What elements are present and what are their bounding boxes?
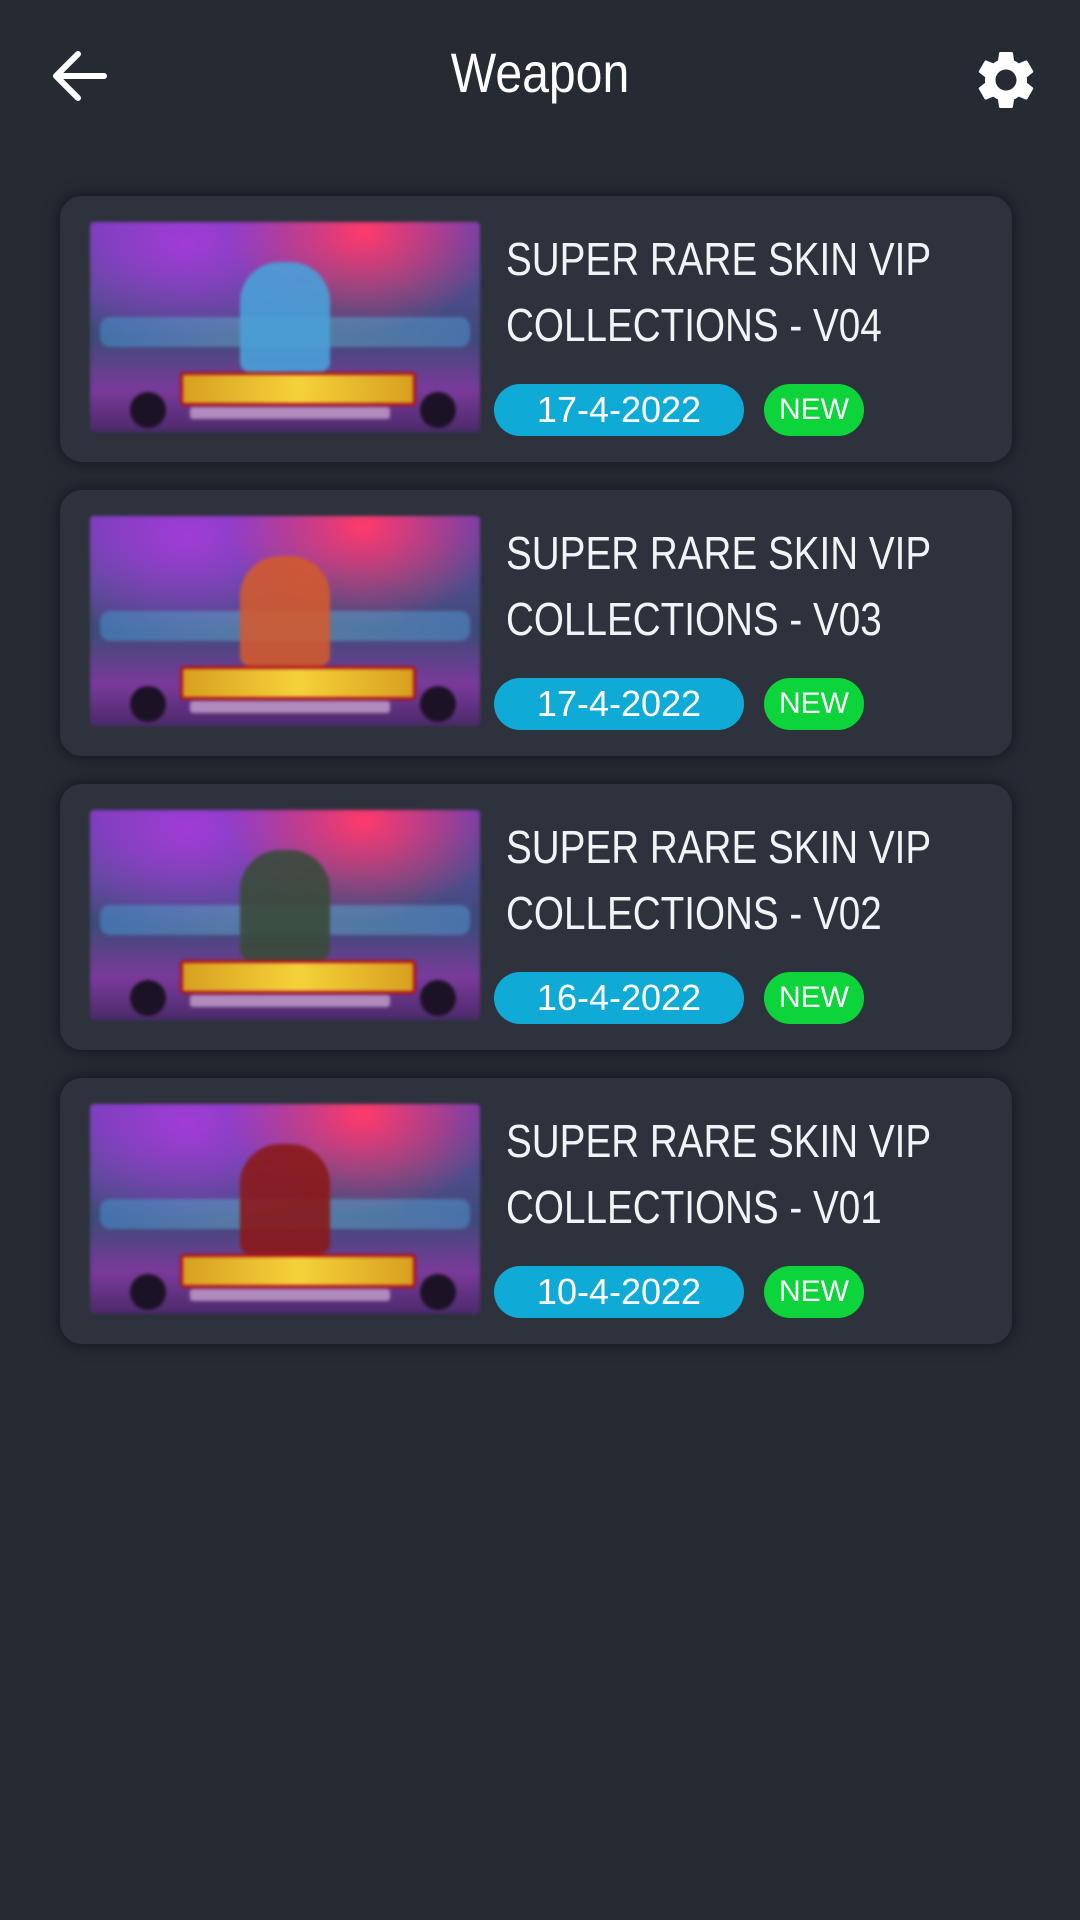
app-screen: Weapon SUPER RARE SKIN VIP COLLECTIONS -… (0, 0, 1080, 1920)
item-title-line1: SUPER RARE SKIN VIP (506, 233, 932, 285)
top-app-bar: Weapon (0, 0, 1080, 150)
list-item[interactable]: SUPER RARE SKIN VIP COLLECTIONS - V02 16… (60, 784, 1012, 1050)
date-badge: 10-4-2022 (494, 1266, 744, 1318)
item-title: SUPER RARE SKIN VIP COLLECTIONS - V01 (506, 1108, 932, 1240)
item-title-line2: COLLECTIONS - V02 (506, 887, 882, 939)
item-title: SUPER RARE SKIN VIP COLLECTIONS - V02 (506, 814, 932, 946)
collection-thumbnail (90, 1104, 480, 1314)
list-item[interactable]: SUPER RARE SKIN VIP COLLECTIONS - V01 10… (60, 1078, 1012, 1344)
new-badge: NEW (764, 678, 864, 730)
page-title: Weapon (450, 41, 630, 104)
date-badge: 16-4-2022 (494, 972, 744, 1024)
list-item[interactable]: SUPER RARE SKIN VIP COLLECTIONS - V03 17… (60, 490, 1012, 756)
item-title-line2: COLLECTIONS - V03 (506, 593, 882, 645)
collection-thumbnail (90, 516, 480, 726)
date-badge: 17-4-2022 (494, 678, 744, 730)
new-badge: NEW (764, 1266, 864, 1318)
item-title: SUPER RARE SKIN VIP COLLECTIONS - V04 (506, 226, 932, 358)
item-title-line2: COLLECTIONS - V01 (506, 1181, 882, 1233)
item-title-line1: SUPER RARE SKIN VIP (506, 527, 932, 579)
list-item[interactable]: SUPER RARE SKIN VIP COLLECTIONS - V04 17… (60, 196, 1012, 462)
item-title-line1: SUPER RARE SKIN VIP (506, 1115, 932, 1167)
collection-thumbnail (90, 222, 480, 432)
item-title-line2: COLLECTIONS - V04 (506, 299, 882, 351)
new-badge: NEW (764, 384, 864, 436)
date-badge: 17-4-2022 (494, 384, 744, 436)
collection-thumbnail (90, 810, 480, 1020)
collection-list: SUPER RARE SKIN VIP COLLECTIONS - V04 17… (60, 196, 1012, 1372)
item-title-line1: SUPER RARE SKIN VIP (506, 821, 932, 873)
settings-button[interactable] (966, 40, 1046, 120)
gear-icon (978, 51, 1034, 108)
item-title: SUPER RARE SKIN VIP COLLECTIONS - V03 (506, 520, 932, 652)
new-badge: NEW (764, 972, 864, 1024)
